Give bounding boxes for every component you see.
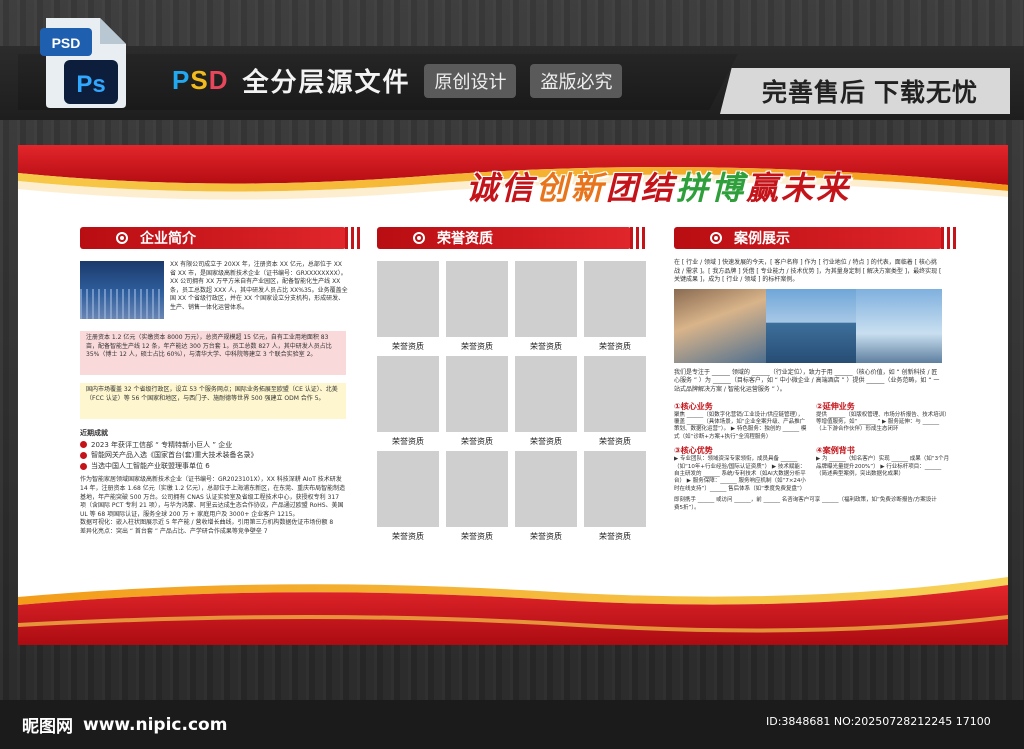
- certificate-placeholder: [515, 356, 577, 432]
- core-advantage-section: ③核心优势 ▶ 专业团队：领域资深专家领衔，成员具备 ______（如“10年+…: [674, 446, 806, 492]
- bullet-icon: [80, 441, 87, 449]
- company-intro-column: 企业简介 XX 有限公司成立于 20XX 年，注册资本 XX 亿元，总部位于 X…: [80, 227, 360, 537]
- header-title-row: PSD 全分层源文件 原创设计 盗版必究: [172, 62, 623, 99]
- header-subtitle: 全分层源文件: [242, 68, 411, 98]
- honor-item: 荣誉资质: [515, 261, 577, 352]
- company-intro-paragraph-4: 作为智能家居领域国家级高新技术企业（证书编号：GR2023101X），XX 科技…: [80, 476, 346, 518]
- site-name: 昵图网: [22, 717, 73, 737]
- bullet-icon: [80, 462, 87, 470]
- stripe-decoration: [345, 227, 360, 249]
- after-sales-slogan: 完善售后 下载无忧: [762, 79, 978, 107]
- image-id-text: ID:3848681 NO:20250728212245 17100: [766, 715, 991, 728]
- honors-header: 荣誉资质: [377, 227, 645, 249]
- certificate-placeholder: [515, 451, 577, 527]
- board-bottom-wave: [18, 577, 1008, 645]
- cases-intro-paragraph: 在 [ 行业 / 领域 ] 快速发展的今天，[ 客户名称 ] 作为 [ 行业地位…: [674, 259, 942, 284]
- badge-piracy-notice: 盗版必究: [530, 63, 623, 98]
- company-intro-paragraph-5: 数据可视化：嵌入柱状图展示近 5 年产能 / 营收增长曲线，引用第三方机构数据佐…: [80, 519, 334, 527]
- certificate-placeholder: [446, 451, 508, 527]
- honor-item: 荣誉资质: [446, 451, 508, 542]
- company-intro-header: 企业简介: [80, 227, 360, 249]
- achievement-item: 当选中国人工智能产业联盟理事单位 6: [80, 462, 346, 471]
- achievement-item: 2023 年获评工信部 “ 专精特新小巨人 ” 企业: [80, 441, 346, 450]
- circle-target-icon: [116, 232, 128, 244]
- display-board: 诚信创新团结拼博赢未来 企业简介 XX 有限公司成立于 20XX 年，注册资本 …: [18, 145, 1008, 645]
- achievement-item: 智能网关产品入选《国家首台(套)重大技术装备名录》: [80, 451, 346, 460]
- certificate-placeholder: [584, 451, 646, 527]
- cases-title: 案例展示: [734, 231, 790, 247]
- honor-item: 荣誉资质: [584, 356, 646, 447]
- site-url: www.nipic.com: [83, 714, 228, 735]
- ps-logo-text: Ps: [76, 71, 105, 98]
- honor-item: 荣誉资质: [377, 356, 439, 447]
- office-team-photo: [674, 288, 766, 363]
- recent-achievements: 近期成就 2023 年获评工信部 “ 专精特新小巨人 ” 企业 智能网关产品入选…: [80, 429, 346, 470]
- honor-item: 荣誉资质: [377, 451, 439, 542]
- honor-item: 荣誉资质: [584, 451, 646, 542]
- company-market-box: 国内市场覆盖 32 个省级行政区，设立 53 个服务网点；国际业务拓展至欧盟（C…: [80, 383, 346, 419]
- honor-item: 荣誉资质: [446, 356, 508, 447]
- photoshop-file-icon: PSD Ps: [40, 18, 126, 108]
- certificate-placeholder: [446, 356, 508, 432]
- nipic-watermark: 昵图网 www.nipic.com: [22, 712, 228, 738]
- case-photos: [674, 288, 942, 365]
- certificate-placeholder: [377, 261, 439, 337]
- certificate-placeholder: [446, 261, 508, 337]
- cases-header: 案例展示: [674, 227, 956, 249]
- city-skyline-image: [80, 261, 164, 319]
- company-intro-paragraph-6: 差异化亮点：突出 “ 首台套 ” 产品占比、产学研合作成果等竞争壁垒 7: [80, 527, 268, 535]
- circle-target-icon: [413, 232, 425, 244]
- cases-column: 案例展示 在 [ 行业 / 领域 ] 快速发展的今天，[ 客户名称 ] 作为 […: [674, 227, 956, 512]
- case-sections: ①核心业务 聚焦 ______（如数字化营销/工业设计/供应链管理），覆盖 __…: [674, 401, 950, 494]
- honor-item: 荣誉资质: [515, 356, 577, 447]
- achievements-title: 近期成就: [80, 429, 108, 437]
- certificate-placeholder: [584, 261, 646, 337]
- achievements-list: 2023 年获评工信部 “ 专精特新小巨人 ” 企业 智能网关产品入选《国家首台…: [80, 441, 346, 471]
- honor-item: 荣誉资质: [446, 261, 508, 352]
- after-sales-banner: 完善售后 下载无忧: [720, 68, 1010, 114]
- company-capital-box: 注册资本 1.2 亿元（实缴资本 8000 万元），总资产规模超 15 亿元，自…: [80, 331, 346, 375]
- company-intro-paragraph-1: XX 有限公司成立于 20XX 年，注册资本 XX 亿元，总部位于 XX 省 X…: [170, 261, 348, 311]
- stripe-decoration: [630, 227, 645, 249]
- bullet-icon: [80, 451, 87, 459]
- stripe-decoration: [941, 227, 956, 249]
- cases-positioning-paragraph: 我们是专注于 ______ 领域的 ______（行业定位），致力于用 ____…: [674, 368, 940, 393]
- city-waterfront-photo: [766, 288, 856, 363]
- certificate-placeholder: [377, 451, 439, 527]
- board-slogan: 诚信创新团结拼博赢未来: [466, 169, 852, 207]
- certificate-placeholder: [584, 356, 646, 432]
- honors-column: 荣誉资质 荣誉资质 荣誉资质 荣誉资质 荣誉资质 荣誉资质 荣誉资质 荣誉资质 …: [377, 227, 646, 542]
- psd-wordmark: PSD: [172, 65, 229, 95]
- extended-business-section: ②延伸业务 提供 ______（如版权管理、市场分析报告、技术培训）等增值服务，…: [816, 401, 950, 433]
- psd-badge-text: PSD: [52, 35, 81, 51]
- badge-original-design: 原创设计: [424, 63, 517, 98]
- honors-title: 荣誉资质: [437, 231, 493, 247]
- cases-cta-paragraph: 即刻携手 ______ 或访问 ______，前 ______ 名咨询客户可享 …: [674, 497, 937, 511]
- case-endorsement-section: ④案例背书 ▶ 为 ______（知名客户）实现 ______ 成果（如“3个月…: [816, 446, 950, 477]
- honors-grid: 荣誉资质 荣誉资质 荣誉资质 荣誉资质 荣誉资质 荣誉资质 荣誉资质 荣誉资质 …: [377, 261, 646, 542]
- circle-target-icon: [710, 232, 722, 244]
- core-business-section: ①核心业务 聚焦 ______（如数字化营销/工业设计/供应链管理），覆盖 __…: [674, 401, 807, 440]
- company-intro-title: 企业简介: [140, 231, 196, 247]
- certificate-placeholder: [377, 356, 439, 432]
- honor-item: 荣誉资质: [377, 261, 439, 352]
- certificate-placeholder: [515, 261, 577, 337]
- skyscraper-photo: [856, 288, 942, 363]
- honor-item: 荣誉资质: [515, 451, 577, 542]
- honor-item: 荣誉资质: [584, 261, 646, 352]
